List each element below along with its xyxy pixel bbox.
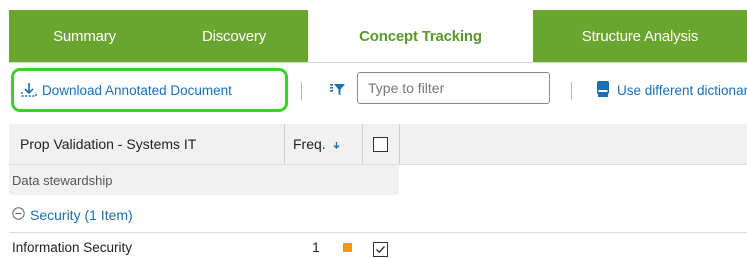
- table-row-name[interactable]: Information Security: [12, 236, 132, 258]
- download-label: Download Annotated Document: [42, 82, 232, 98]
- tab-structure-analysis[interactable]: Structure Analysis: [533, 10, 747, 62]
- row-checkbox[interactable]: [373, 242, 388, 257]
- tab-summary[interactable]: Summary: [9, 10, 160, 62]
- filter-icon[interactable]: [330, 83, 346, 102]
- column-header-freq[interactable]: Freq.: [293, 124, 341, 164]
- download-annotated-document-button[interactable]: Download Annotated Document: [20, 78, 232, 102]
- download-icon: [20, 81, 38, 99]
- frequency-marker: [343, 243, 352, 252]
- column-header-name[interactable]: Prop Validation - Systems IT: [20, 124, 196, 164]
- checkmark-icon: [376, 246, 386, 254]
- table-row-freq: 1: [312, 239, 320, 255]
- tab-concept-tracking[interactable]: Concept Tracking: [308, 10, 533, 62]
- dictionary-icon: [597, 80, 609, 100]
- tab-bar: Summary Discovery Concept Tracking Struc…: [0, 0, 747, 62]
- collapse-icon: [12, 207, 25, 223]
- toolbar-separator: [301, 82, 302, 100]
- freq-label: Freq.: [293, 136, 326, 152]
- use-different-dictionary-button[interactable]: Use different dictionary: [597, 80, 747, 100]
- group-label: Security (1 Item): [30, 207, 133, 223]
- column-divider: [362, 124, 363, 164]
- select-all-checkbox[interactable]: [373, 137, 388, 152]
- dictionary-label: Use different dictionary: [617, 82, 747, 98]
- toolbar-separator: [571, 82, 572, 100]
- group-toggle[interactable]: Security (1 Item): [12, 198, 133, 232]
- sort-down-icon: [332, 136, 341, 152]
- tab-discovery[interactable]: Discovery: [160, 10, 308, 62]
- column-divider: [284, 124, 285, 164]
- section-label: Data stewardship: [12, 172, 113, 188]
- filter-input[interactable]: [357, 72, 550, 104]
- column-divider: [399, 124, 400, 164]
